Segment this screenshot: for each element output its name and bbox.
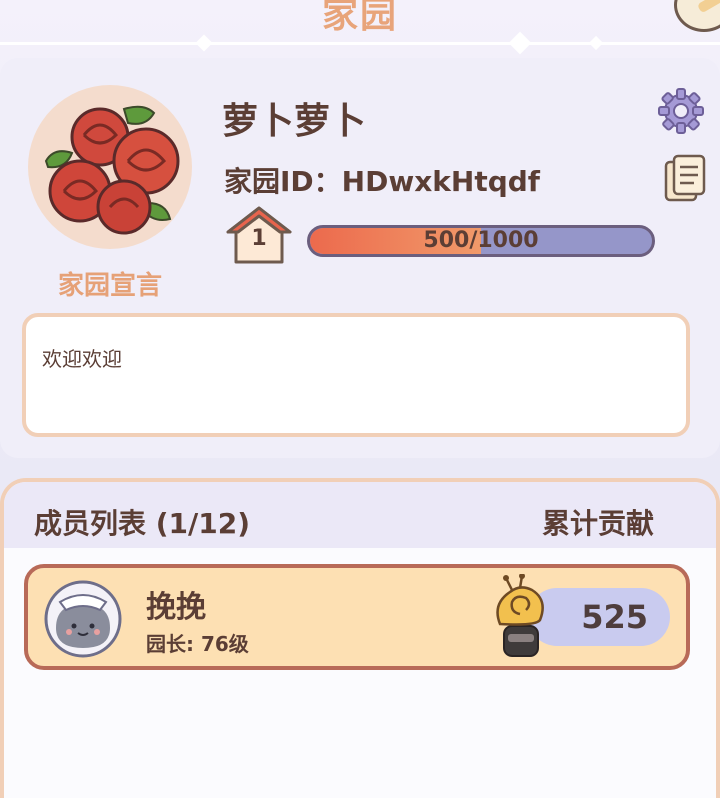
cat-avatar — [44, 580, 122, 658]
avatar[interactable] — [28, 85, 192, 249]
level-number: 1 — [251, 226, 267, 251]
member-role: 园长: 76级 — [146, 632, 249, 656]
house-level-icon: 1 — [224, 204, 294, 266]
rose-icon — [44, 105, 180, 235]
contribution-value: 525 — [581, 598, 648, 636]
copy-document-icon[interactable] — [664, 154, 706, 202]
settings-gear-icon[interactable] — [656, 86, 706, 136]
contribution-header: 累计贡献 — [541, 507, 654, 540]
manifesto-label: 家园宣言 — [57, 271, 162, 301]
profile-card: 家园宣言 萝卜萝卜 家园ID：HDwxkHtqdf 1 500/1000 欢迎欢… — [0, 58, 720, 458]
member-list-title: 成员列表 (1/12) — [34, 507, 251, 540]
exp-progress-bar: 500/1000 — [307, 225, 655, 257]
page-title: 家园 — [321, 0, 398, 36]
member-list-panel: 成员列表 (1/12) 累计贡献 挽挽 园长: 76级 525 — [0, 478, 720, 798]
member-row[interactable]: 挽挽 园长: 76级 525 — [24, 564, 690, 670]
member-list-header: 成员列表 (1/12) 累计贡献 — [4, 482, 716, 548]
exp-progress-text: 500/1000 — [423, 228, 539, 253]
divider-ornament — [588, 35, 604, 51]
snail-badge-icon — [490, 573, 552, 660]
username: 萝卜萝卜 — [222, 101, 367, 142]
header: 家园 — [0, 0, 720, 56]
manifesto-text[interactable]: 欢迎欢迎 — [22, 313, 690, 437]
home-id: 家园ID：HDwxkHtqdf — [224, 165, 540, 198]
member-name: 挽挽 — [146, 590, 206, 625]
header-divider — [0, 42, 720, 45]
